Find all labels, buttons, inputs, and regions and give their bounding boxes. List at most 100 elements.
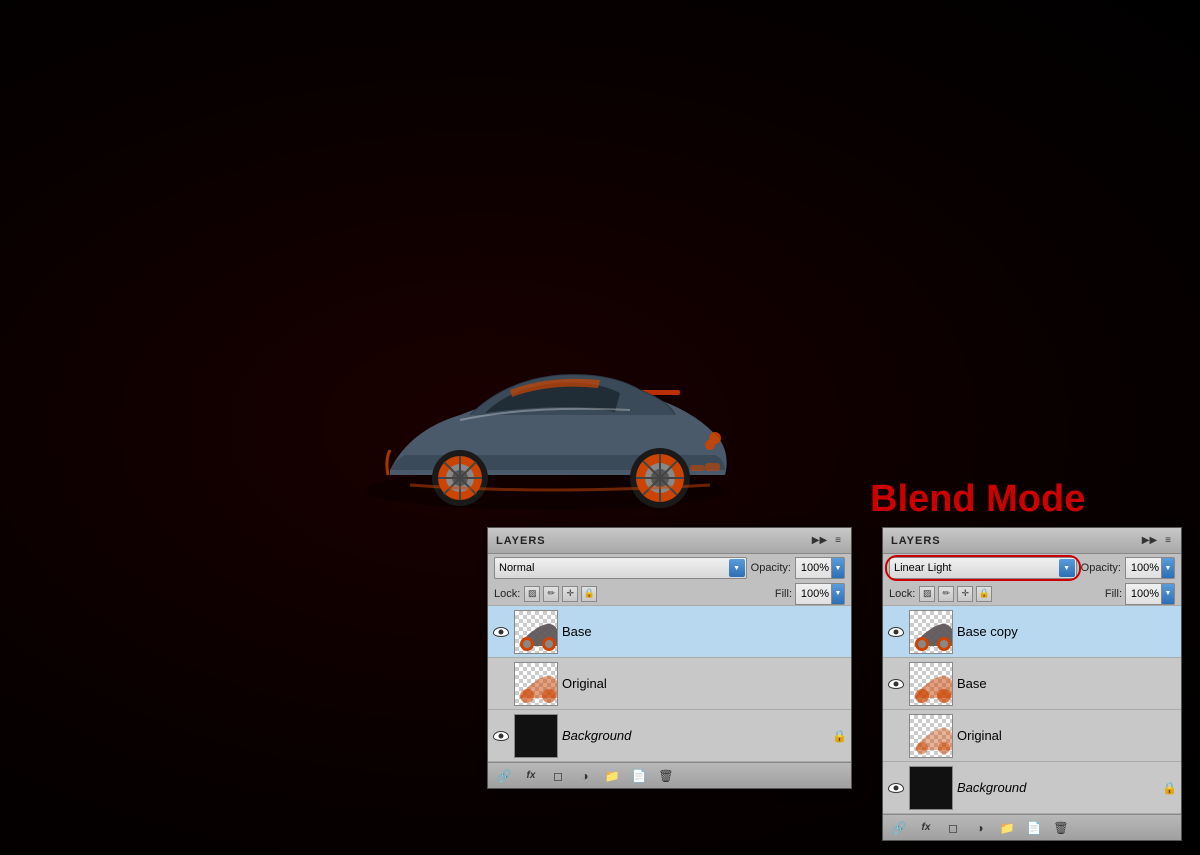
left-opacity-input[interactable] [795, 557, 831, 579]
left-blend-select[interactable]: Normal Multiply Screen Overlay Linear Li… [494, 557, 747, 579]
left-fill-stepper[interactable] [831, 583, 845, 605]
right-layer-background-black [910, 767, 952, 809]
left-layer-base-name: Base [562, 624, 847, 639]
right-layer-base-copy[interactable]: Base copy [883, 606, 1181, 658]
right-lock-paint-icon[interactable]: ✏ [938, 586, 954, 602]
left-toolbar-trash-btn[interactable]: 🗑 [654, 766, 678, 786]
right-layer-background-visibility[interactable] [887, 779, 905, 797]
right-layer-base-copy-visibility[interactable] [887, 623, 905, 641]
left-layer-original-checker [515, 663, 557, 705]
blend-mode-label: Blend Mode [870, 478, 1085, 521]
right-layer-original-name: Original [957, 728, 1177, 743]
left-layer-background-lock-icon: 🔒 [832, 729, 847, 743]
right-layers-panel: LAYERS ▶▶ ≡ Normal Multiply Screen Overl… [882, 527, 1182, 841]
right-lock-row: Lock: ▨ ✏ ✛ 🔒 Fill: [883, 582, 1181, 606]
left-opacity-input-wrapper [795, 557, 845, 579]
left-panel-expand-icon[interactable]: ▶▶ [810, 535, 829, 546]
right-blend-select-wrapper: Normal Multiply Screen Overlay Linear Li… [889, 557, 1077, 579]
left-layer-base[interactable]: Base [488, 606, 851, 658]
left-fill-input-wrapper [795, 583, 845, 605]
left-lock-transparent-icon[interactable]: ▨ [524, 586, 540, 602]
right-layer-background[interactable]: Background 🔒 [883, 762, 1181, 814]
right-lock-label: Lock: [889, 588, 915, 600]
right-toolbar-fx-btn[interactable]: fx [914, 818, 938, 838]
car-image [330, 330, 760, 530]
right-toolbar-folder-btn[interactable]: 📁 [995, 818, 1019, 838]
right-opacity-input-wrapper [1125, 557, 1175, 579]
left-layer-base-eye-icon [493, 627, 509, 637]
right-panel-title: LAYERS [891, 535, 941, 547]
right-toolbar-new-btn[interactable]: 📄 [1022, 818, 1046, 838]
right-toolbar-adjustment-btn[interactable]: ◑ [968, 818, 992, 838]
right-lock-move-icon[interactable]: ✛ [957, 586, 973, 602]
left-panel-toolbar: 🔗 fx ◻ ◑ 📁 📄 🗑 [488, 762, 851, 788]
left-layer-base-thumb [514, 610, 558, 654]
right-layer-base-copy-eye-icon [888, 627, 904, 637]
left-lock-move-icon[interactable]: ✛ [562, 586, 578, 602]
right-fill-stepper[interactable] [1161, 583, 1175, 605]
left-panel-menu-icon[interactable]: ≡ [833, 535, 843, 546]
right-fill-input[interactable] [1125, 583, 1161, 605]
left-layer-background-eye-icon [493, 731, 509, 741]
left-opacity-stepper[interactable] [831, 557, 845, 579]
right-toolbar-mask-btn[interactable]: ◻ [941, 818, 965, 838]
left-layer-base-checker [515, 611, 557, 653]
right-layer-base-checker [910, 663, 952, 705]
left-blend-row: Normal Multiply Screen Overlay Linear Li… [488, 554, 851, 582]
left-layer-background-name: Background [562, 728, 828, 743]
left-toolbar-new-btn[interactable]: 📄 [627, 766, 651, 786]
left-fill-area: Fill: [775, 583, 845, 605]
right-toolbar-link-btn[interactable]: 🔗 [887, 818, 911, 838]
left-toolbar-link-btn[interactable]: 🔗 [492, 766, 516, 786]
right-layer-background-lock-icon: 🔒 [1162, 781, 1177, 795]
left-toolbar-folder-btn[interactable]: 📁 [600, 766, 624, 786]
left-layers-panel: LAYERS ▶▶ ≡ Normal Multiply Screen Overl… [487, 527, 852, 789]
right-fill-input-wrapper [1125, 583, 1175, 605]
left-toolbar-adjustment-btn[interactable]: ◑ [573, 766, 597, 786]
right-layer-original-checker [910, 715, 952, 757]
right-opacity-stepper[interactable] [1161, 557, 1175, 579]
right-fill-area: Fill: [1105, 583, 1175, 605]
right-layer-base-copy-name: Base copy [957, 624, 1177, 639]
left-layer-background-thumb [514, 714, 558, 758]
right-layer-base-thumb [909, 662, 953, 706]
left-toolbar-mask-btn[interactable]: ◻ [546, 766, 570, 786]
left-layer-background-visibility[interactable] [492, 727, 510, 745]
right-layer-base-copy-thumb [909, 610, 953, 654]
right-lock-transparent-icon[interactable]: ▨ [919, 586, 935, 602]
left-panel-title: LAYERS [496, 535, 546, 547]
right-layer-base-visibility[interactable] [887, 675, 905, 693]
right-layer-background-eye-icon [888, 783, 904, 793]
right-lock-icons: ▨ ✏ ✛ 🔒 [919, 586, 992, 602]
right-panel-header: LAYERS ▶▶ ≡ [883, 528, 1181, 554]
left-fill-label: Fill: [775, 588, 792, 600]
right-layer-base-name: Base [957, 676, 1177, 691]
right-panel-menu-icon[interactable]: ≡ [1163, 535, 1173, 546]
left-blend-select-wrapper: Normal Multiply Screen Overlay Linear Li… [494, 557, 747, 579]
right-layer-background-name: Background [957, 780, 1158, 795]
right-layer-base-eye-icon [888, 679, 904, 689]
right-lock-all-icon[interactable]: 🔒 [976, 586, 992, 602]
left-lock-icons: ▨ ✏ ✛ 🔒 [524, 586, 597, 602]
left-layer-original[interactable]: Original [488, 658, 851, 710]
left-layer-background-black [515, 715, 557, 757]
left-opacity-label: Opacity: [751, 562, 791, 574]
right-toolbar-trash-btn[interactable]: 🗑 [1049, 818, 1073, 838]
right-layer-original[interactable]: Original [883, 710, 1181, 762]
left-lock-all-icon[interactable]: 🔒 [581, 586, 597, 602]
right-blend-row: Normal Multiply Screen Overlay Linear Li… [883, 554, 1181, 582]
right-opacity-input[interactable] [1125, 557, 1161, 579]
left-lock-row: Lock: ▨ ✏ ✛ 🔒 Fill: [488, 582, 851, 606]
left-toolbar-fx-btn[interactable]: fx [519, 766, 543, 786]
left-fill-input[interactable] [795, 583, 831, 605]
right-panel-icons: ▶▶ ≡ [1140, 535, 1173, 546]
left-lock-paint-icon[interactable]: ✏ [543, 586, 559, 602]
right-layer-base[interactable]: Base [883, 658, 1181, 710]
left-layer-background[interactable]: Background 🔒 [488, 710, 851, 762]
right-panel-expand-icon[interactable]: ▶▶ [1140, 535, 1159, 546]
right-fill-label: Fill: [1105, 588, 1122, 600]
right-blend-select[interactable]: Normal Multiply Screen Overlay Linear Li… [889, 557, 1077, 579]
left-layer-base-visibility[interactable] [492, 623, 510, 641]
canvas: Blend Mode LAYERS ▶▶ ≡ Normal Multiply S… [0, 0, 1200, 855]
right-layer-base-copy-checker [910, 611, 952, 653]
